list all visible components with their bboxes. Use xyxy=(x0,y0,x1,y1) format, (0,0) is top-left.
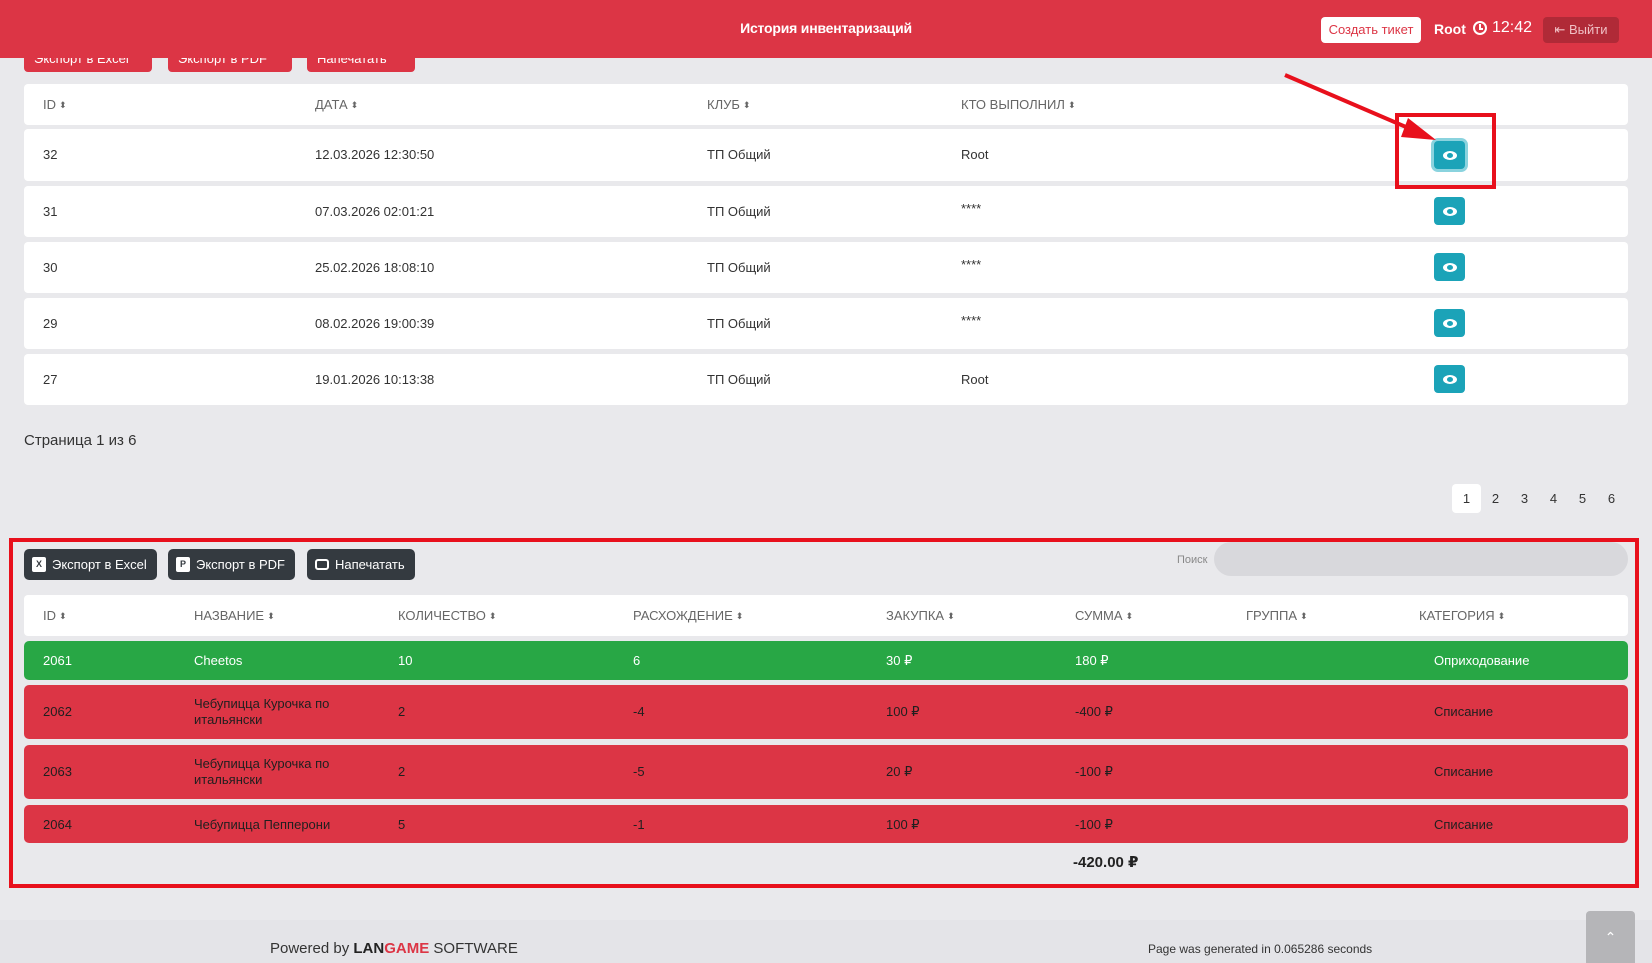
arrow-line xyxy=(1284,73,1421,135)
annotation-arrow xyxy=(1284,73,1436,140)
arrow-head xyxy=(1401,118,1436,140)
